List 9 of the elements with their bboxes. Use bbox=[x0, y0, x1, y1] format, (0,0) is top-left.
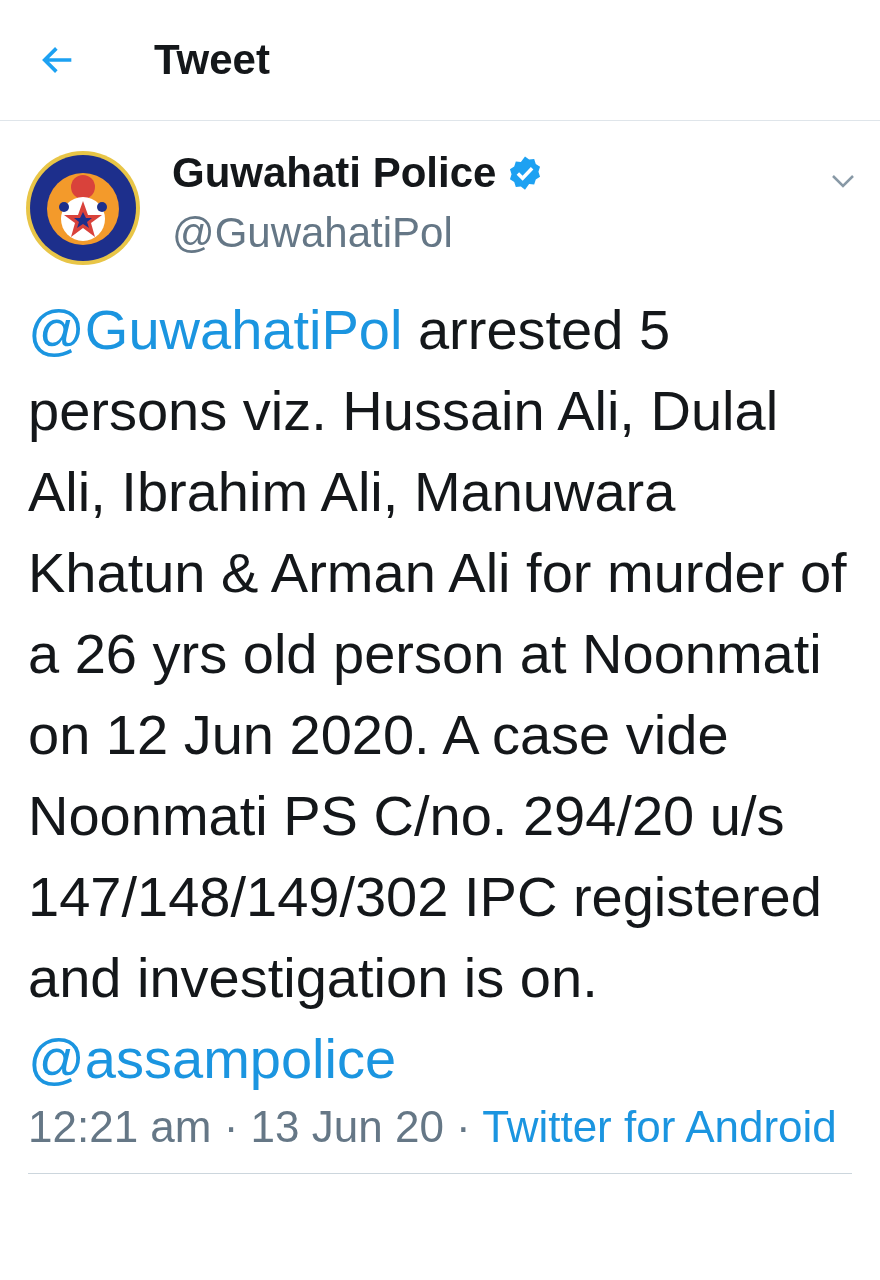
source-link[interactable]: Twitter for Android bbox=[482, 1102, 837, 1151]
mention-link[interactable]: @assampolice bbox=[28, 1027, 397, 1090]
page-title: Tweet bbox=[154, 36, 270, 84]
author-name: Guwahati Police bbox=[172, 149, 497, 197]
tweet-text: @GuwahatiPol arrested 5 persons viz. Hussain Ali, Dulal Ali, Ibrahim Ali, Manuwara Khatun & Arman Ali for murder of a 26 yrs old person at Noonmati on 12 Jun 2020. A case vide Noonmati PS C/no. 294/20 u/s 147/148/149/302 IPC registered and investigation is on. @assampolice bbox=[28, 297, 848, 1092]
author-handle: @GuwahatiPol bbox=[172, 209, 454, 257]
mention-link[interactable]: @GuwahatiPol bbox=[28, 298, 403, 361]
chevron-down-icon[interactable] bbox=[830, 173, 856, 189]
tweet-timestamp: 12:21 am · 13 Jun 20 · Twitter for Android bbox=[28, 1101, 838, 1153]
